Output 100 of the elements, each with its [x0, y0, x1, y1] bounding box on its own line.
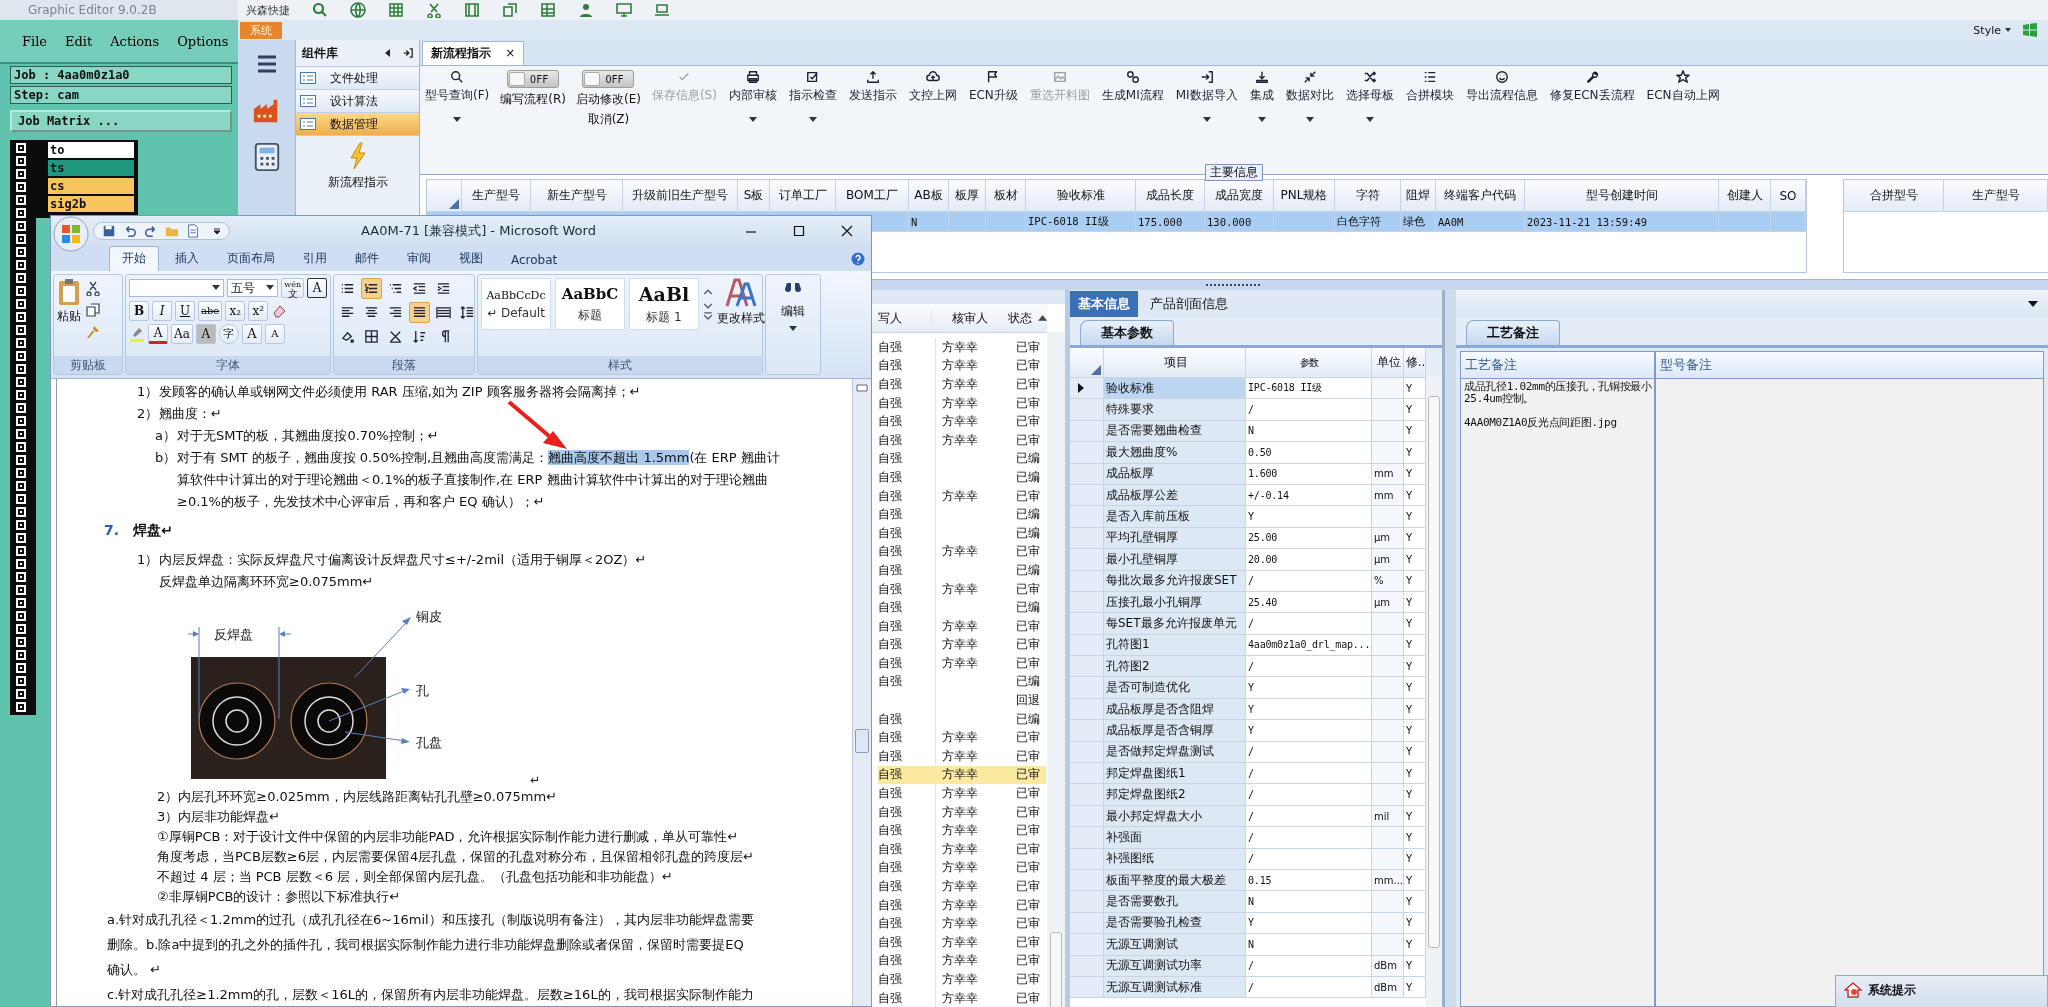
globe-icon[interactable] [350, 2, 366, 18]
scrollbar[interactable] [1047, 332, 1065, 1007]
change-styles-button[interactable]: 更改样式 [717, 278, 765, 353]
launcher-item[interactable]: 新流程指示 [296, 136, 419, 191]
scroll-up-icon[interactable] [1037, 314, 1047, 322]
table-row[interactable]: 自强 方幸幸 已审 [878, 654, 1046, 673]
format-button[interactable]: x₂ [225, 301, 246, 321]
column-header[interactable]: 验收标准 [1026, 180, 1136, 212]
paragraph-button[interactable] [361, 278, 382, 299]
column-header[interactable]: 写人 [878, 309, 932, 327]
column-header[interactable]: 合拼型号 [1844, 180, 1944, 212]
table-row[interactable]: 是否做邦定焊盘测试 / Y [1070, 741, 1426, 764]
table-row[interactable]: 自强 方幸幸 已审 [878, 840, 1046, 859]
menu-item[interactable]: Options [177, 33, 229, 49]
editing-button[interactable]: 编辑 [766, 275, 820, 374]
format-button[interactable]: abe [198, 301, 223, 321]
component-item[interactable]: 数据管理 [296, 113, 419, 136]
ribbon-tab[interactable]: 引用 [291, 247, 339, 271]
style-preview[interactable]: AaBbCcDc ↵ Default [481, 278, 551, 330]
caret-icon[interactable] [266, 285, 275, 291]
table-row[interactable]: 自强 方幸幸 已审 [878, 747, 1046, 766]
column-header[interactable]: BOM工厂 [836, 180, 909, 212]
layer-name[interactable]: cs [48, 178, 134, 194]
style-menu[interactable]: Style [1973, 23, 2001, 37]
save-icon[interactable] [102, 224, 116, 238]
table-row[interactable]: 自强 方幸幸 已审 [878, 970, 1046, 989]
table-row[interactable]: 每SET最多允许报废单元 / Y [1070, 613, 1426, 635]
menu-item[interactable]: Edit [65, 33, 93, 49]
document-tab[interactable]: 新流程指示 × [422, 41, 525, 65]
table-row[interactable]: 是否需要翘曲检查 N Y [1070, 420, 1426, 443]
table-row[interactable]: 自强 方幸幸 已审 [878, 895, 1046, 915]
column-header[interactable]: 状态 [1001, 309, 1036, 327]
toolbar-button[interactable]: 数据对比 [1284, 70, 1335, 123]
toolbar-button[interactable]: 集成 [1248, 70, 1275, 123]
toggle-switch[interactable]: OFF [582, 70, 635, 88]
toolbar-button[interactable]: ECN自动上网 [1645, 70, 1721, 104]
corner-triangle-icon[interactable] [449, 199, 459, 209]
format-button[interactable]: A [148, 324, 168, 344]
table-row[interactable]: 自强 方幸幸 已审 [878, 821, 1046, 841]
column-header[interactable]: 生产型号 [462, 180, 531, 212]
redo-icon[interactable] [144, 224, 158, 238]
ribbon-tab[interactable]: 邮件 [343, 247, 391, 271]
table-row[interactable]: 特殊要求 / Y [1070, 399, 1426, 421]
maximize-icon[interactable] [793, 225, 805, 237]
column-header[interactable]: 单位 [1372, 348, 1404, 378]
column-header[interactable]: 成品宽度 [1205, 180, 1274, 212]
pin-icon[interactable] [403, 48, 413, 58]
table-row[interactable]: 自强 方幸幸 已审 [878, 412, 1046, 431]
table-row[interactable]: 成品板厚是否含铜厚 Y Y [1070, 720, 1426, 742]
ribbon-tab[interactable]: 开始 [109, 246, 159, 271]
table-row[interactable]: 无源互调测试功率 / dBm Y [1070, 955, 1426, 977]
scissors-icon[interactable] [85, 280, 101, 296]
film-icon[interactable] [464, 2, 480, 18]
column-header[interactable]: SO [1771, 180, 1806, 212]
table-row[interactable]: 自强 方幸幸 已审 [878, 542, 1046, 562]
table-icon[interactable] [540, 2, 556, 18]
document-icon[interactable] [186, 224, 200, 238]
column-header[interactable]: 终端客户代码 [1436, 180, 1525, 212]
table-row[interactable]: 自强 方幸幸 已审 [878, 933, 1046, 952]
toolbar-button[interactable]: 修复ECN丢流程 [1548, 70, 1636, 104]
toggle-label[interactable]: 启动修改(E) [575, 91, 641, 108]
menu-item[interactable]: File [22, 33, 48, 49]
sub-tab[interactable]: 工艺备注 [1466, 320, 1560, 345]
table-row[interactable]: 回退 [878, 691, 1046, 710]
ribbon-tab[interactable]: Acrobat [499, 250, 570, 271]
component-item[interactable]: 设计算法 [296, 90, 419, 113]
notes-text-area[interactable]: 成品孔径1.02mm的压接孔，孔铜按最小25.4um控制。 4AA0M0Z1A0反光点间距图.jpg [1461, 379, 1656, 1006]
table-row[interactable]: 自强 方幸幸 已审 [878, 784, 1046, 803]
table-row[interactable]: 自强 方幸幸 已审 [878, 858, 1046, 878]
column-header[interactable]: 创建人 [1719, 180, 1771, 212]
layer-name[interactable]: sig2b [48, 196, 134, 212]
toolbar-button[interactable]: ECN升级 [967, 70, 1019, 104]
table-row[interactable]: 成品板厚公差 +/-0.14 mm Y [1070, 484, 1426, 507]
table-row[interactable]: 自强 方幸幸 已审 [878, 579, 1046, 599]
eraser-icon[interactable] [271, 303, 288, 319]
ribbon-tab[interactable]: 页面布局 [215, 247, 287, 271]
character-border-button[interactable]: A [307, 278, 327, 298]
caret-icon[interactable] [213, 227, 221, 235]
table-row[interactable]: 自强 方幸幸 已审 [878, 802, 1046, 822]
table-row[interactable]: 自强 已编 [878, 598, 1046, 617]
close-icon[interactable] [841, 225, 853, 237]
table-row[interactable]: 自强 方幸幸 已审 [878, 988, 1046, 1007]
layer-name[interactable]: ts [48, 160, 134, 176]
scroll-thumb[interactable] [855, 729, 869, 753]
style-preview[interactable]: AaBl 标题 1 [629, 278, 699, 330]
menu-item[interactable]: Actions [110, 33, 160, 49]
toolbar-button[interactable]: 导出流程信息 [1464, 70, 1539, 104]
corner-triangle-icon[interactable] [1091, 365, 1101, 375]
ribbon-tab[interactable]: 视图 [447, 247, 495, 271]
format-button[interactable]: Aa [171, 324, 193, 344]
column-header[interactable]: PNL规格 [1274, 180, 1335, 212]
scissors-icon[interactable] [426, 2, 442, 18]
undo-icon[interactable] [123, 224, 137, 238]
table-row[interactable]: 自强 已编 [878, 449, 1046, 469]
table-row[interactable]: 自强 已编 [878, 709, 1046, 729]
table-row[interactable]: 自强 已编 [878, 468, 1046, 487]
column-header[interactable]: 成品长度 [1136, 180, 1205, 212]
table-row[interactable]: 压接孔最小孔铜厚 25.40 µm Y [1070, 591, 1426, 614]
grid-icon[interactable] [388, 2, 404, 18]
table-row[interactable]: 自强 方幸幸 已审 [878, 877, 1046, 896]
